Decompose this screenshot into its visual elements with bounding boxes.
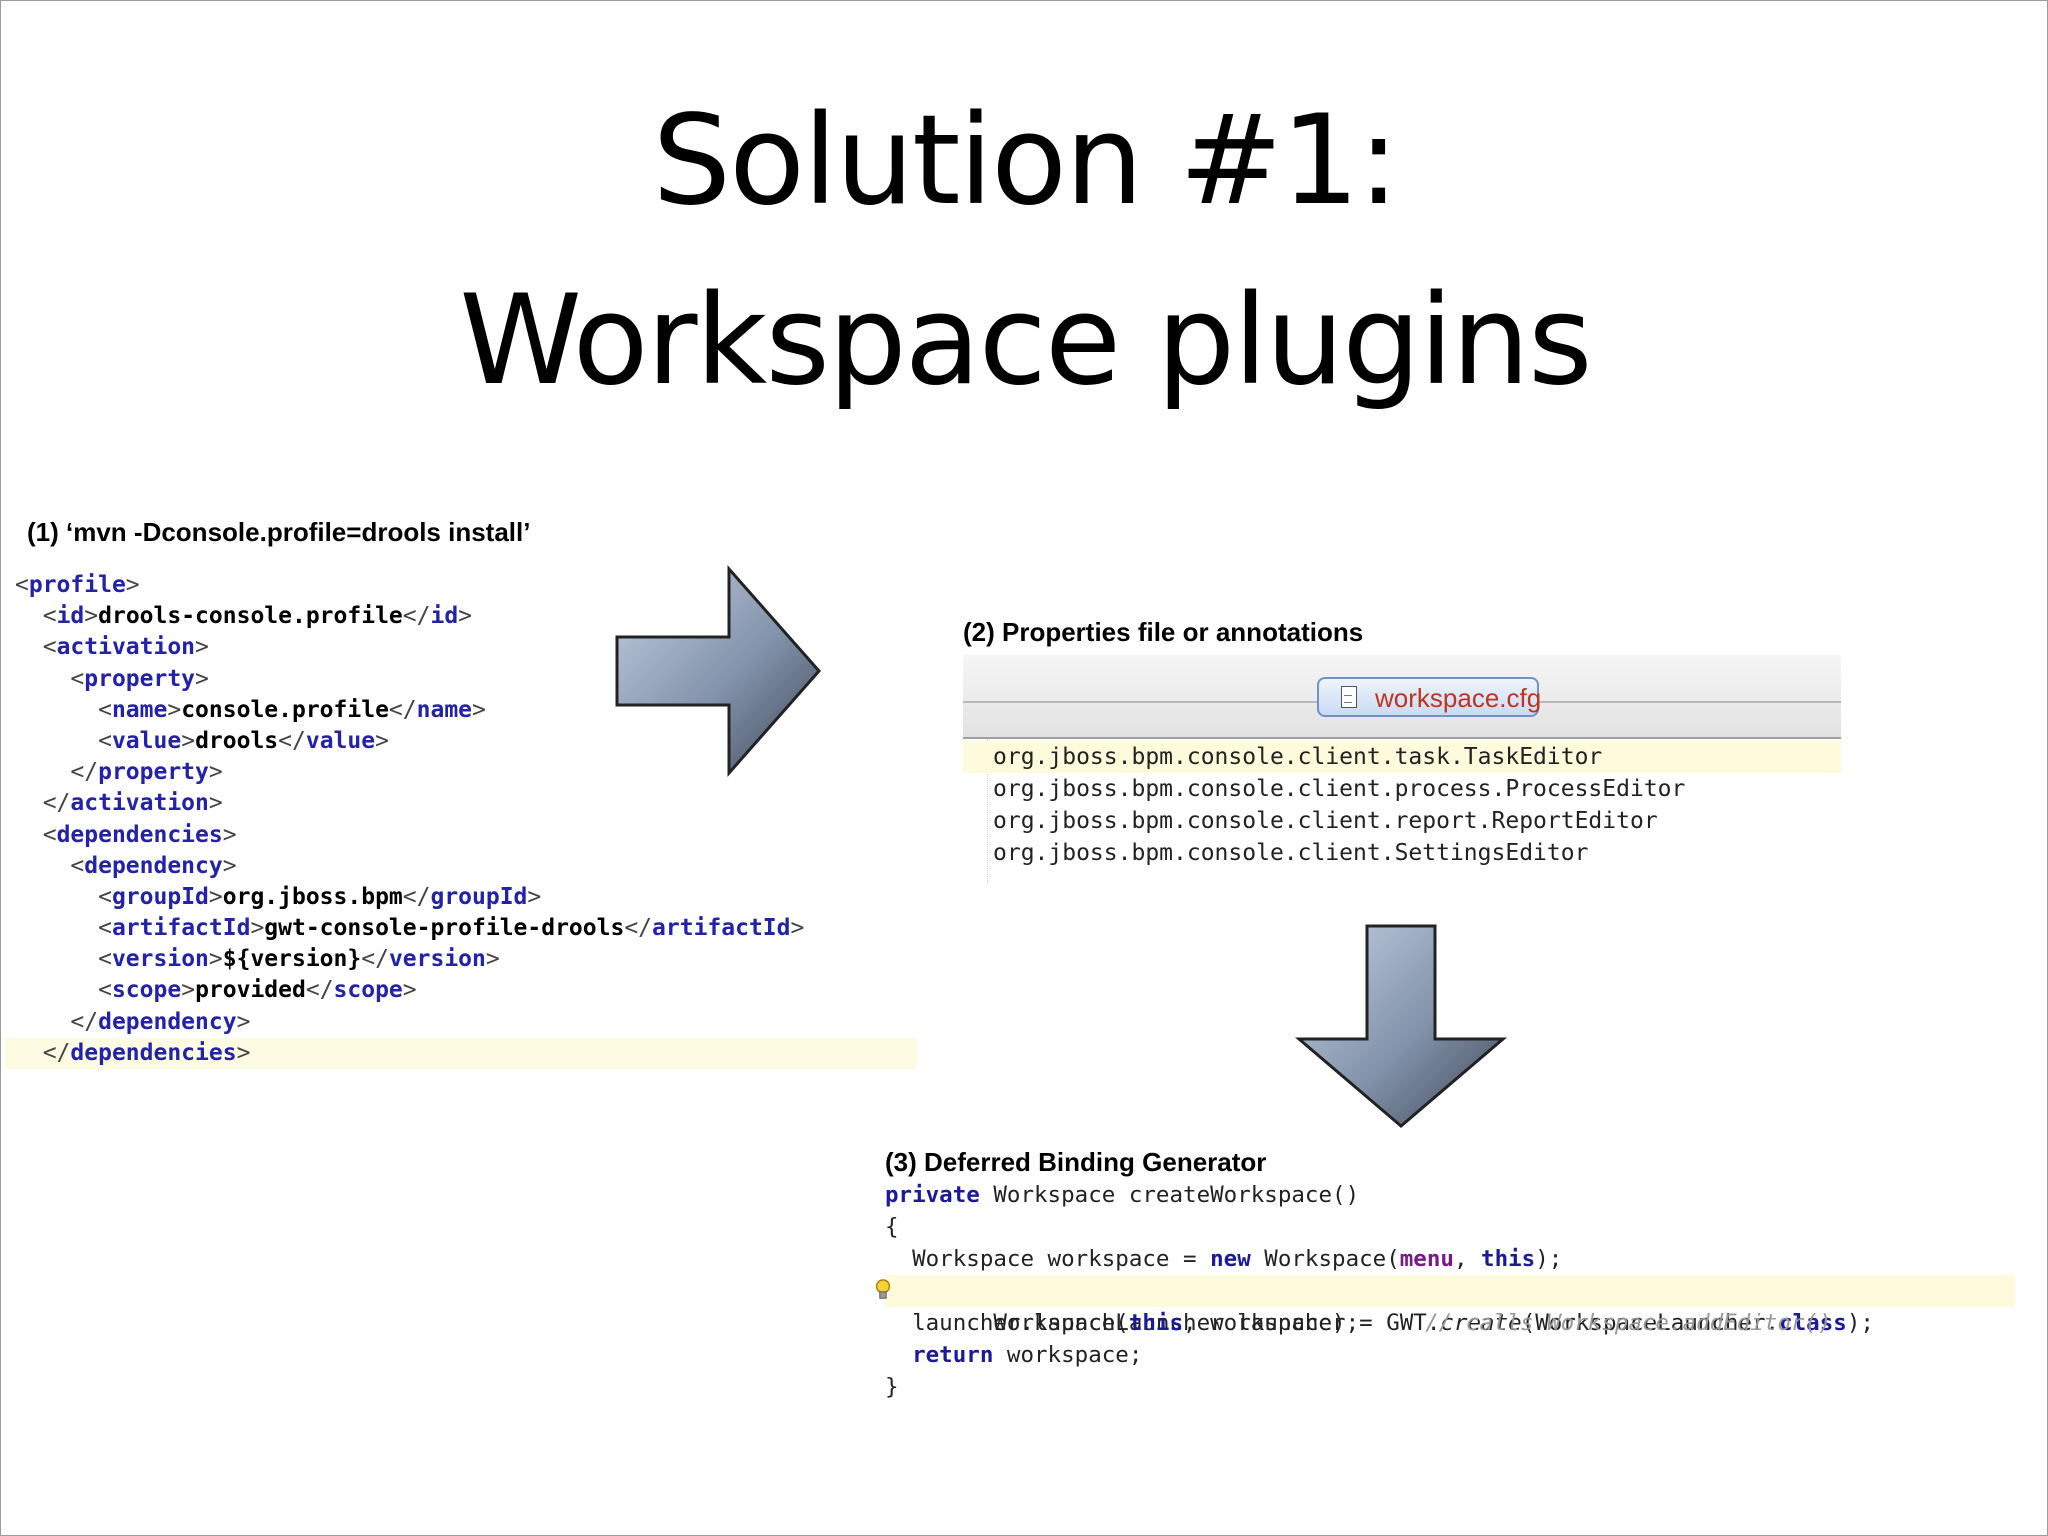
slide: Solution #1: Workspace plugins (1) ‘mvn …: [0, 0, 2048, 1536]
xml-code-block: <profile> <id>drools-console.profile</id…: [15, 570, 804, 1069]
cfg-line: org.jboss.bpm.console.client.report.Repo…: [993, 808, 1658, 834]
code-line: }: [885, 1374, 899, 1400]
code-line: private Workspace createWorkspace(): [885, 1182, 1360, 1208]
lightbulb-icon: [875, 1279, 891, 1299]
xml-line: <activation>: [42, 634, 209, 661]
xml-line: <groupId>org.jboss.bpm</groupId>: [98, 883, 542, 910]
cfg-line: org.jboss.bpm.console.client.task.TaskEd…: [963, 741, 1841, 773]
xml-line: </dependencies>: [42, 1039, 251, 1066]
code-line-current: WorkspaceLauncher launcher = GWT.create(…: [875, 1275, 2015, 1336]
step3-label: (3) Deferred Binding Generator: [885, 1147, 1267, 1177]
workspace-cfg-editor: workspace.cfg org.jboss.bpm.console.clie…: [963, 655, 1841, 883]
slide-title-line-2: Workspace plugins: [459, 269, 1592, 413]
slide-title-line-1: Solution #1:: [652, 89, 1399, 233]
xml-line: <artifactId>gwt-console-profile-drools</…: [98, 915, 805, 942]
code-line: Workspace workspace = new Workspace(menu…: [885, 1246, 1563, 1272]
cfg-line: org.jboss.bpm.console.client.SettingsEdi…: [993, 840, 1589, 866]
cfg-line: org.jboss.bpm.console.client.process.Pro…: [993, 776, 1686, 802]
xml-line: <dependencies>: [42, 821, 237, 848]
tab-label: workspace.cfg: [1375, 683, 1542, 713]
xml-line: <scope>provided</scope>: [98, 977, 417, 1004]
step1-label: (1) ‘mvn -Dconsole.profile=drools instal…: [27, 517, 531, 547]
step2-label: (2) Properties file or annotations: [963, 617, 1364, 647]
java-code-block: private Workspace createWorkspace() { Wo…: [875, 1179, 2015, 1403]
xml-line: <profile>: [15, 572, 140, 598]
xml-line: </dependency>: [70, 1008, 251, 1035]
xml-line: <value>drools</value>: [98, 727, 389, 754]
tab-workspace-cfg[interactable]: workspace.cfg: [1317, 677, 1542, 717]
code-line: return workspace;: [912, 1342, 1143, 1368]
xml-line: <name>console.profile</name>: [98, 696, 486, 723]
code-line: {: [885, 1214, 899, 1240]
code-comment: // calls Workspace.addEditor(): [1425, 1310, 1832, 1336]
cfg-lines[interactable]: org.jboss.bpm.console.client.task.TaskEd…: [963, 741, 1841, 869]
xml-line: </property>: [70, 759, 223, 786]
document-icon: [1341, 686, 1357, 708]
arrow-down-icon: [1294, 924, 1508, 1128]
xml-line: <version>${version}</version>: [98, 946, 500, 973]
xml-line: <dependency>: [70, 852, 237, 879]
editor-tab-bar: workspace.cfg: [963, 655, 1841, 739]
xml-line: <id>drools-console.profile</id>: [42, 603, 473, 630]
xml-line: </activation>: [42, 790, 223, 817]
code-line: launcher.launch(this, workspace);// call…: [885, 1310, 1832, 1336]
xml-line: <property>: [70, 665, 209, 692]
